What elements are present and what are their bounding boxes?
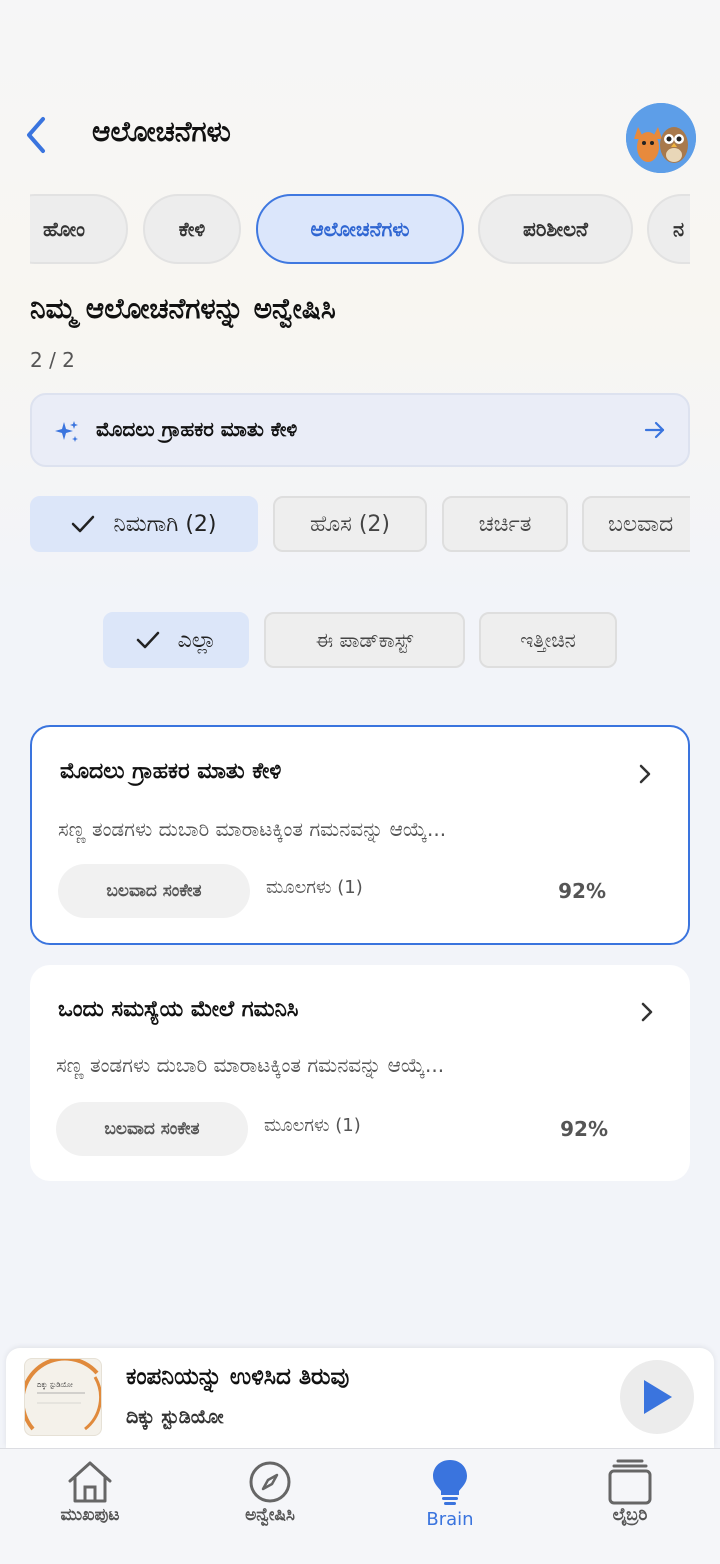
tab-label: ಕೇಳಿ	[178, 217, 206, 241]
tab-label: ಹೋಂ	[42, 217, 86, 241]
idea-card[interactable]: ಒಂದು ಸಮಸ್ಯೆಯ ಮೇಲೆ ಗಮನಿಸಿ ಸಣ್ಣ ತಂಡಗಳು ದುಬ…	[30, 965, 690, 1181]
section-title: ನಿಮ್ಮ ಆಲೋಚನೆಗಳನ್ನು ಅನ್ವೇಷಿಸಿ	[30, 292, 336, 325]
scope-recent[interactable]: ಇತ್ತೀಚಿನ	[479, 612, 617, 668]
filter-label: ಬಲವಾದ	[608, 511, 674, 537]
scope-chips: ಎಲ್ಲಾ ಈ ಪಾಡ್‌ಕಾಸ್ಟ್ ಇತ್ತೀಚಿನ	[0, 612, 720, 670]
app-header: ಆಲೋಚನೆಗಳು	[0, 95, 720, 175]
mini-player[interactable]: ದಿಕ್ಕು ಸ್ಟುಡಿಯೋ ಕಂಪನಿಯನ್ನು ಉಳಿಸಿದ ತಿರುವು…	[6, 1348, 714, 1448]
nav-library[interactable]: ಲೈಬ್ರರಿ	[550, 1453, 710, 1553]
library-icon	[608, 1459, 652, 1505]
banner-text: ಮೊದಲು ಗ್ರಾಹಕರ ಮಾತು ಕೇಳಿ	[96, 417, 298, 441]
confidence-percent: 92%	[560, 1117, 608, 1141]
filter-label: ಹೊಸ (2)	[309, 511, 390, 537]
sources-count[interactable]: ಮೂಲಗಳು (1)	[264, 1115, 361, 1136]
sparkle-icon	[55, 421, 78, 442]
tab-ideas[interactable]: ಆಲೋಚನೆಗಳು	[256, 194, 464, 264]
signal-badge: ಬಲವಾದ ಸಂಕೇತ	[56, 1102, 248, 1156]
checkmark-icon	[136, 631, 159, 649]
filter-for-you[interactable]: ನಿಮಗಾಗಿ (2)	[30, 496, 258, 552]
back-button[interactable]	[16, 113, 56, 157]
filter-chips: ನಿಮಗಾಗಿ (2) ಹೊಸ (2) ಚರ್ಚಿತ ಬಲವಾದ	[30, 496, 690, 554]
tab-label: ಪರಿಶೀಲನೆ	[523, 217, 588, 241]
chevron-right-icon	[639, 764, 651, 784]
nav-home[interactable]: ಮುಖಪುಟ	[10, 1453, 170, 1553]
cover-text: ದಿಕ್ಕು ಸ್ಟುಡಿಯೋ	[37, 1381, 73, 1389]
suggestion-banner[interactable]: ಮೊದಲು ಗ್ರಾಹಕರ ಮಾತು ಕೇಳಿ	[30, 393, 690, 467]
tab-review[interactable]: ಪರಿಶೀಲನೆ	[478, 194, 633, 264]
page-title: ಆಲೋಚನೆಗಳು	[92, 115, 231, 148]
filter-discussed[interactable]: ಚರ್ಚಿತ	[442, 496, 568, 552]
nav-explore[interactable]: ಅನ್ವೇಷಿಸಿ	[190, 1453, 350, 1553]
episode-show: ದಿಕ್ಕು ಸ್ಟುಡಿಯೋ	[126, 1406, 224, 1428]
filter-strong[interactable]: ಬಲವಾದ	[582, 496, 690, 552]
confidence-percent: 92%	[558, 879, 606, 903]
play-button[interactable]	[620, 1360, 694, 1434]
tab-label: ಆಲೋಚನೆಗಳು	[310, 217, 410, 241]
idea-card[interactable]: ಮೊದಲು ಗ್ರಾಹಕರ ಮಾತು ಕೇಳಿ ಸಣ್ಣ ತಂಡಗಳು ದುಬಾ…	[30, 725, 690, 945]
home-icon	[68, 1461, 112, 1503]
play-icon	[644, 1380, 672, 1414]
cover-art-icon	[25, 1359, 101, 1431]
tab-ask[interactable]: ಕೇಳಿ	[143, 194, 241, 264]
scope-this-podcast[interactable]: ಈ ಪಾಡ್‌ಕಾಸ್ಟ್	[264, 612, 465, 668]
idea-description: ಸಣ್ಣ ತಂಡಗಳು ದುಬಾರಿ ಮಾರಾಟಕ್ಕಿಂತ ಗಮನವನ್ನು …	[58, 817, 447, 841]
tab-home[interactable]: ಹೋಂ	[30, 194, 128, 264]
nav-brain[interactable]: Brain	[370, 1453, 530, 1553]
filter-new[interactable]: ಹೊಸ (2)	[273, 496, 427, 552]
filter-label: ನಿಮಗಾಗಿ (2)	[113, 511, 217, 537]
sources-count[interactable]: ಮೂಲಗಳು (1)	[266, 877, 363, 898]
avatar[interactable]	[626, 103, 696, 173]
result-count: 2 / 2	[30, 348, 75, 372]
arrow-right-icon	[644, 421, 665, 439]
scope-label: ಈ ಪಾಡ್‌ಕಾಸ್ಟ್	[315, 628, 414, 652]
tab-more[interactable]: ನ	[647, 194, 690, 264]
compass-icon	[249, 1461, 291, 1503]
idea-title: ಮೊದಲು ಗ್ರಾಹಕರ ಮಾತು ಕೇಳಿ	[60, 759, 282, 784]
scope-label: ಎಲ್ಲಾ	[177, 627, 217, 653]
idea-title: ಒಂದು ಸಮಸ್ಯೆಯ ಮೇಲೆ ಗಮನಿಸಿ	[58, 997, 299, 1022]
top-tabs: ಹೋಂ ಕೇಳಿ ಆಲೋಚನೆಗಳು ಪರಿಶೀಲನೆ ನ	[30, 192, 690, 266]
tab-label: ನ	[673, 217, 685, 241]
scope-all[interactable]: ಎಲ್ಲಾ	[103, 612, 249, 668]
nav-label: ಲೈಬ್ರರಿ	[612, 1505, 648, 1525]
episode-cover: ದಿಕ್ಕು ಸ್ಟುಡಿಯೋ	[24, 1358, 102, 1436]
checkmark-icon	[72, 515, 95, 533]
nav-label: ಮುಖಪುಟ	[60, 1505, 120, 1525]
idea-description: ಸಣ್ಣ ತಂಡಗಳು ದುಬಾರಿ ಮಾರಾಟಕ್ಕಿಂತ ಗಮನವನ್ನು …	[56, 1053, 445, 1077]
nav-label: ಅನ್ವೇಷಿಸಿ	[245, 1505, 295, 1525]
avatar-illustration-icon	[626, 103, 696, 173]
signal-badge: ಬಲವಾದ ಸಂಕೇತ	[58, 864, 250, 918]
bottom-nav: ಮುಖಪುಟ ಅನ್ವೇಷಿಸಿ Brain ಲೈಬ್ರರಿ	[0, 1448, 720, 1564]
episode-title: ಕಂಪನಿಯನ್ನು ಉಳಿಸಿದ ತಿರುವು	[126, 1364, 350, 1390]
scope-label: ಇತ್ತೀಚಿನ	[520, 628, 576, 652]
chevron-right-icon	[641, 1002, 653, 1022]
nav-label: Brain	[426, 1509, 474, 1530]
filter-label: ಚರ್ಚಿತ	[478, 511, 532, 537]
chevron-left-icon	[27, 117, 45, 153]
lightbulb-icon	[433, 1460, 467, 1505]
